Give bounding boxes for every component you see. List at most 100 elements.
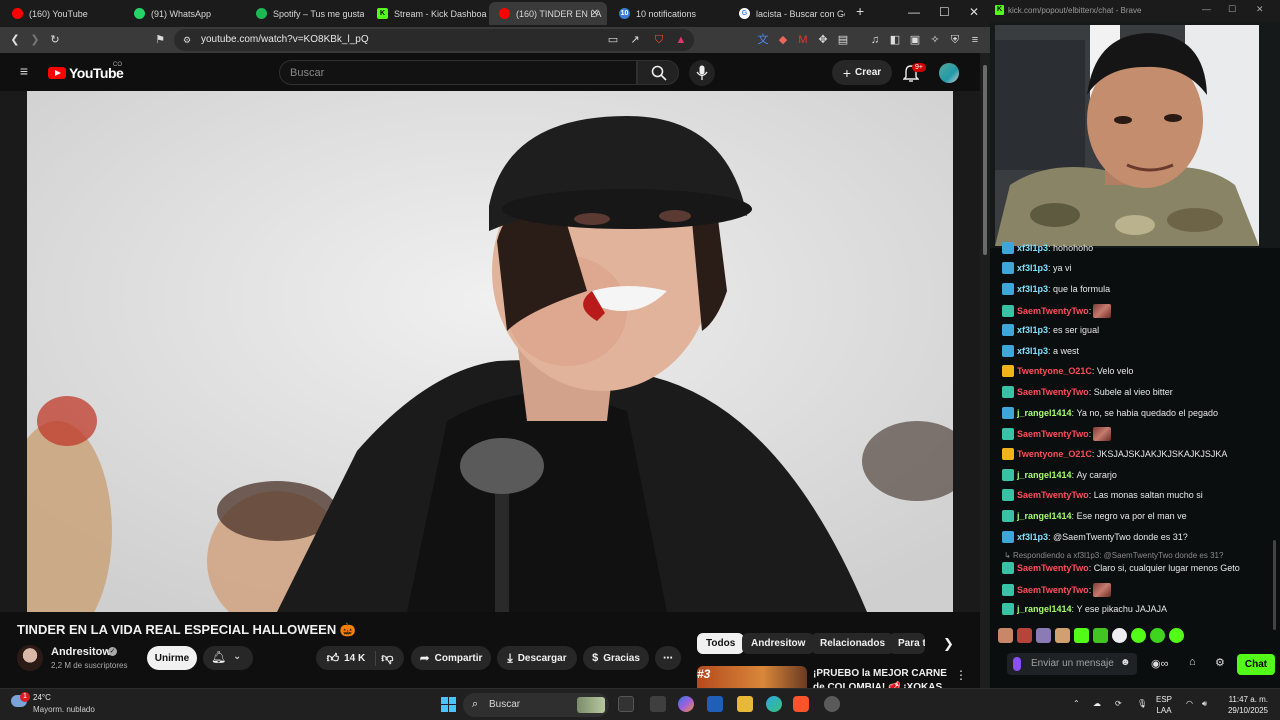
chat-username[interactable]: SaemTwentyTwo: [1017, 387, 1089, 397]
create-button[interactable]: + Crear: [832, 60, 892, 85]
menu-icon[interactable]: ≡: [968, 33, 982, 47]
back-icon[interactable]: ❮: [8, 33, 22, 47]
new-tab-icon[interactable]: +: [856, 3, 864, 19]
bookmark-icon[interactable]: ⚑: [153, 33, 167, 47]
send-chat-button[interactable]: Chat: [1237, 654, 1275, 675]
video-player[interactable]: [0, 91, 980, 612]
share-icon[interactable]: ↗: [628, 33, 642, 47]
thanks-button[interactable]: $ Gracias: [583, 646, 649, 670]
emote-face-icon[interactable]: [1055, 628, 1070, 643]
chat-username[interactable]: j_rangel1414: [1017, 470, 1072, 480]
hamburger-menu-icon[interactable]: ≡: [17, 64, 31, 78]
tray-mic-icon[interactable]: 🎙︎: [1137, 698, 1147, 709]
copilot-icon[interactable]: [678, 696, 694, 712]
voice-search-button[interactable]: [689, 60, 715, 86]
subscription-bell-button[interactable]: 🔔︎ ⌄: [203, 646, 253, 670]
snipping-tool-icon[interactable]: [650, 696, 666, 712]
more-actions-button[interactable]: ⋯: [655, 646, 681, 670]
recommendation-menu-icon[interactable]: ⋮: [955, 668, 967, 682]
channel-name[interactable]: Andresitow: [51, 646, 111, 658]
chat-username[interactable]: j_rangel1414: [1017, 511, 1072, 521]
obs-icon[interactable]: [824, 696, 840, 712]
join-button[interactable]: Unirme: [147, 646, 197, 670]
windows-start-icon[interactable]: [441, 697, 456, 712]
extension-m-icon[interactable]: M: [796, 33, 810, 47]
edge-icon[interactable]: [766, 696, 782, 712]
close-window-icon[interactable]: ✕: [969, 5, 979, 19]
channel-avatar[interactable]: [17, 645, 43, 671]
extensions-icon[interactable]: ✥: [816, 33, 830, 47]
connected-users-icon[interactable]: ◉∞: [1151, 657, 1168, 670]
cast-icon[interactable]: ▭: [606, 33, 620, 47]
emote-kick-icon[interactable]: [1131, 628, 1146, 643]
emote-ball-icon[interactable]: [1112, 628, 1127, 643]
minimize-icon[interactable]: —: [1202, 4, 1211, 14]
url-field[interactable]: ⚙ youtube.com/watch?v=KO8KBk_l_pQ ▭ ↗ ⛉ …: [174, 29, 694, 51]
tab-whatsapp[interactable]: (91) WhatsApp: [124, 2, 242, 25]
language-indicator[interactable]: ESP LAA: [1156, 694, 1172, 716]
emote-face-icon[interactable]: [998, 628, 1013, 643]
tab-google-search[interactable]: G lacista - Buscar con Goo: [729, 2, 845, 25]
chat-username[interactable]: xf3l1p3: [1017, 284, 1048, 294]
storefront-icon[interactable]: ⌂: [1189, 656, 1196, 668]
chat-username[interactable]: xf3l1p3: [1017, 346, 1048, 356]
volume-icon[interactable]: 🔊︎: [1202, 698, 1207, 709]
reload-icon[interactable]: ↻: [48, 33, 62, 47]
page-scrollbar[interactable]: [980, 53, 990, 688]
sidebar-icon[interactable]: ◧: [888, 33, 902, 47]
chat-scrollbar[interactable]: [1273, 540, 1276, 630]
site-settings-icon[interactable]: ⚙: [180, 33, 194, 47]
brave-rewards-icon[interactable]: ▲: [674, 33, 688, 47]
account-avatar[interactable]: [939, 63, 959, 83]
minimize-icon[interactable]: —: [908, 5, 920, 19]
emote-face-icon[interactable]: [1036, 628, 1051, 643]
extension-fox-icon[interactable]: ◆: [776, 33, 790, 47]
dislike-button[interactable]: 👎︎: [381, 651, 393, 666]
settings-gear-icon[interactable]: ⚙: [1215, 656, 1225, 669]
tab-spotify[interactable]: Spotify – Tus me gusta: [246, 2, 364, 25]
clock[interactable]: 11:47 a. m. 29/10/2025: [1220, 694, 1268, 716]
weather-description[interactable]: Mayorm. nublado: [33, 705, 95, 714]
recommendation-thumbnail[interactable]: #3: [697, 666, 807, 688]
wallet-icon[interactable]: ▣: [908, 33, 922, 47]
task-view-icon[interactable]: [618, 696, 634, 712]
tray-app-icon[interactable]: ☁: [1093, 698, 1101, 709]
chip-for-you[interactable]: Para ti: [889, 633, 925, 654]
brave-shield-icon[interactable]: ⛉: [652, 33, 666, 47]
download-button[interactable]: ⤓ Descargar: [497, 646, 577, 670]
wifi-icon[interactable]: ◠: [1186, 698, 1193, 709]
scrollbar-thumb[interactable]: [983, 65, 987, 255]
tray-overflow-icon[interactable]: ⌃: [1073, 698, 1080, 709]
chat-username[interactable]: j_rangel1414: [1017, 408, 1072, 418]
emote-kick-icon[interactable]: [1093, 628, 1108, 643]
taskbar-search[interactable]: ⌕ Buscar: [463, 693, 609, 717]
chat-username[interactable]: SaemTwentyTwo: [1017, 563, 1089, 573]
search-button[interactable]: [637, 60, 679, 85]
emote-face-icon[interactable]: [1017, 628, 1032, 643]
translate-icon[interactable]: 文: [756, 33, 770, 47]
emote-kick-icon[interactable]: [1074, 628, 1089, 643]
chip-channel[interactable]: Andresitow: [742, 633, 815, 654]
chat-message-input[interactable]: Enviar un mensaje ☻: [1007, 653, 1137, 675]
chat-username[interactable]: Twentyone_O21C: [1017, 449, 1092, 459]
close-window-icon[interactable]: ✕: [1256, 4, 1264, 15]
reader-icon[interactable]: ▤: [836, 33, 850, 47]
chat-username[interactable]: Twentyone_O21C: [1017, 366, 1092, 376]
tray-sync-icon[interactable]: ⟳: [1115, 698, 1122, 709]
chips-next-icon[interactable]: ❯: [943, 636, 954, 652]
chat-username[interactable]: xf3l1p3: [1017, 243, 1048, 253]
forward-icon[interactable]: ❯: [28, 33, 42, 47]
maximize-icon[interactable]: ☐: [1228, 4, 1236, 15]
emote-kick-icon[interactable]: [1150, 628, 1165, 643]
chat-username[interactable]: SaemTwentyTwo: [1017, 585, 1089, 595]
like-button[interactable]: 👍︎ 14 K: [327, 650, 377, 666]
tab-kick-dashboard[interactable]: K Stream - Kick Dashboard: [367, 2, 487, 25]
emoji-picker-icon[interactable]: ☻: [1120, 657, 1131, 668]
chip-related[interactable]: Relacionados: [811, 633, 895, 654]
media-icon[interactable]: ♫: [868, 33, 882, 47]
brave-icon[interactable]: [793, 696, 809, 712]
maximize-icon[interactable]: ☐: [939, 5, 950, 19]
chat-username[interactable]: SaemTwentyTwo: [1017, 306, 1089, 316]
file-explorer-icon[interactable]: [737, 696, 753, 712]
chat-username[interactable]: xf3l1p3: [1017, 325, 1048, 335]
